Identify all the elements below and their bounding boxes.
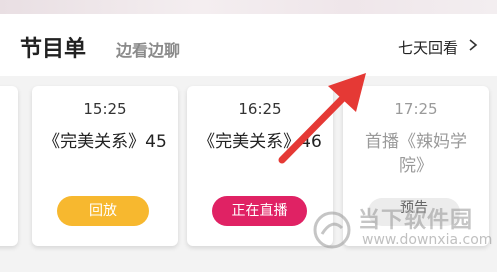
schedule-card-list[interactable]: 15:25 《完美关系》45 回放 16:25 《完美关系》46 正在直播 17…	[0, 76, 497, 272]
live-now-button[interactable]: 正在直播	[212, 196, 307, 226]
schedule-card-previous[interactable]	[0, 86, 18, 246]
program-time: 16:25	[238, 100, 282, 118]
replay-button[interactable]: 回放	[57, 196, 149, 226]
preview-button[interactable]: 预告	[368, 198, 460, 226]
program-title: 《完美关系》45	[43, 132, 167, 152]
tab-chat-while-watching[interactable]: 边看边聊	[116, 37, 180, 61]
seven-day-replay-link[interactable]: 七天回看	[398, 37, 458, 58]
top-banner-strip	[0, 0, 497, 14]
program-time: 17:25	[394, 100, 438, 118]
schedule-card[interactable]: 17:25 首播《辣妈学院》 预告	[343, 86, 489, 246]
chevron-right-icon[interactable]	[465, 37, 481, 53]
schedule-card[interactable]: 16:25 《完美关系》46 正在直播	[187, 86, 333, 246]
program-title: 首播《辣妈学院》	[365, 132, 467, 176]
program-time: 15:25	[83, 100, 127, 118]
schedule-card[interactable]: 15:25 《完美关系》45 回放	[32, 86, 178, 246]
page-title: 节目单	[20, 37, 87, 62]
program-title: 《完美关系》46	[198, 132, 322, 152]
